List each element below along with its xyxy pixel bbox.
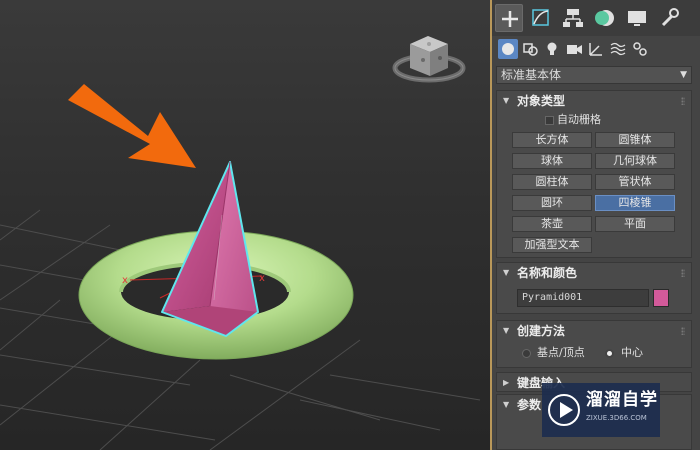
drag-grip-icon[interactable] [681,327,685,335]
shapes-category[interactable] [520,39,540,59]
name-and-color-title: 名称和颜色 [517,266,578,280]
torus-button[interactable]: 圆环 [512,195,592,211]
cone-button[interactable]: 圆锥体 [595,132,675,148]
motion-icon [595,10,614,26]
name-and-color-header[interactable]: ▼ 名称和颜色 [497,263,691,283]
systems-icon [633,42,647,56]
creation-method-title: 创建方法 [517,324,566,338]
object-type-header[interactable]: ▼ 对象类型 [497,91,691,111]
space-warps-category[interactable] [608,39,628,59]
modify-tab[interactable] [527,4,555,32]
base-apex-label: 基点/顶点 [537,346,585,359]
object-category-icons [492,36,700,62]
cameras-category[interactable] [564,39,584,59]
center-radio[interactable] [605,349,614,358]
svg-text:x: x [122,275,128,286]
helpers-category[interactable] [586,39,606,59]
display-icon [628,11,646,26]
orange-arrow-icon [68,84,196,168]
plane-button[interactable]: 平面 [595,216,675,232]
parameters-title: 参数 [517,398,542,412]
shapes-icon [523,43,538,56]
collapse-triangle-icon: ▼ [503,326,510,335]
dropdown-value: 标准基本体 [501,68,562,82]
autogrid-label: 自动栅格 [557,113,601,126]
teapot-button[interactable]: 茶壶 [512,216,592,232]
viewcube-icon[interactable] [392,36,466,83]
watermark-url: ZIXUE.3D66.COM [586,414,647,422]
object-name-field[interactable]: Pyramid001 [517,289,649,307]
box-button[interactable]: 长方体 [512,132,592,148]
play-logo-icon [548,394,580,426]
watermark-name: 溜溜自学 [586,390,658,410]
geometry-icon [502,43,514,55]
viewport-scene: x x [0,36,481,450]
utilities-tab[interactable] [655,4,683,32]
sphere-button[interactable]: 球体 [512,153,592,169]
object-type-rollout: ▼ 对象类型 自动栅格 长方体 圆锥体 球体 几何球体 圆柱体 管状体 圆环 四… [496,90,692,258]
motion-tab[interactable] [591,4,619,32]
creation-method-header[interactable]: ▼ 创建方法 [497,321,691,341]
perspective-viewport[interactable]: x x [0,0,490,450]
create-icon [502,11,518,27]
hierarchy-icon [563,9,583,27]
cameras-icon [567,45,582,54]
drag-grip-icon[interactable] [681,269,685,277]
lights-icon [547,42,557,55]
command-panel-tabs [492,0,700,37]
helpers-icon [589,43,602,56]
expand-triangle-icon: ▶ [503,378,510,387]
site-watermark: 溜溜自学 ZIXUE.3D66.COM [542,383,660,437]
center-label: 中心 [621,346,643,359]
name-and-color-rollout: ▼ 名称和颜色 Pyramid001 [496,262,692,314]
geosphere-button[interactable]: 几何球体 [595,153,675,169]
drag-grip-icon[interactable] [681,97,685,105]
object-color-swatch[interactable] [653,289,669,307]
svg-text:x: x [259,273,265,284]
tube-button[interactable]: 管状体 [595,174,675,190]
utilities-icon [661,8,679,27]
collapse-triangle-icon: ▼ [503,96,510,105]
text-plus-button[interactable]: 加强型文本 [512,237,592,253]
modify-icon [532,9,549,26]
hierarchy-tab[interactable] [559,4,587,32]
display-tab[interactable] [623,4,651,32]
creation-method-rollout: ▼ 创建方法 基点/顶点 中心 [496,320,692,368]
systems-category[interactable] [630,39,650,59]
create-tab[interactable] [495,4,523,32]
geometry-category[interactable] [498,39,518,59]
object-type-title: 对象类型 [517,94,566,108]
primitive-type-dropdown[interactable]: 标准基本体 ▼ [496,66,692,84]
lights-category[interactable] [542,39,562,59]
collapse-triangle-icon: ▼ [503,268,510,277]
cylinder-button[interactable]: 圆柱体 [512,174,592,190]
collapse-triangle-icon: ▼ [503,400,510,409]
pyramid-button[interactable]: 四棱锥 [595,195,675,211]
autogrid-checkbox[interactable] [545,116,554,125]
base-apex-radio[interactable] [522,349,531,358]
space-warps-icon [610,42,626,56]
chevron-down-icon: ▼ [680,70,687,80]
